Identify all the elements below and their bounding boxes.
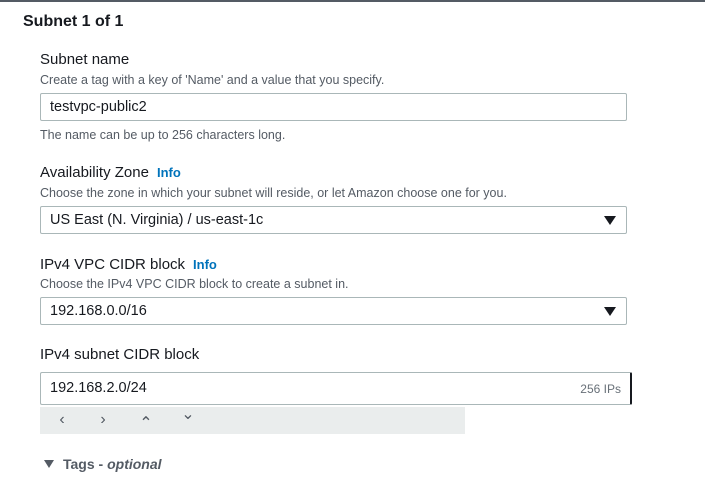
vpc-cidr-selected: 192.168.0.0/16 [50,303,147,319]
subnet-name-label: Subnet name [40,51,130,68]
subnet-cidr-value: 192.168.2.0/24 [50,380,147,396]
subnet-cidr-label: IPv4 subnet CIDR block [40,346,200,363]
tags-expander[interactable]: Tags - optional [44,456,162,472]
tags-label: Tags - [63,456,104,472]
vpc-cidr-select[interactable]: 192.168.0.0/16 [40,297,627,325]
tags-optional-label: optional [107,456,162,472]
availability-zone-selected: US East (N. Virginia) / us-east-1c [50,212,264,228]
subnet-cidr-ip-count: 256 IPs [580,382,621,396]
cidr-stepper-bar: ‹ › ⌃ ⌄ [40,405,465,434]
vpc-cidr-label: IPv4 VPC CIDR block Info [40,256,217,273]
subnet-cidr-input[interactable]: 192.168.2.0/24 256 IPs [40,372,632,405]
subnet-name-description: Create a tag with a key of 'Name' and a … [40,73,385,87]
availability-zone-label-text: Availability Zone [40,164,149,181]
availability-zone-select[interactable]: US East (N. Virginia) / us-east-1c [40,206,627,234]
caret-down-icon [604,216,616,225]
chevron-right-icon[interactable]: › [93,410,113,430]
subnet-name-value: testvpc-public2 [50,99,147,115]
caret-down-icon [44,460,54,468]
caret-down-icon [604,307,616,316]
subnet-name-hint: The name can be up to 256 characters lon… [40,128,286,142]
subnet-name-input[interactable]: testvpc-public2 [40,93,627,121]
chevron-down-icon[interactable]: ⌄ [178,405,198,425]
vpc-cidr-description: Choose the IPv4 VPC CIDR block to create… [40,277,349,291]
availability-zone-info-link[interactable]: Info [157,165,181,180]
section-title: Subnet 1 of 1 [23,13,124,30]
chevron-left-icon[interactable]: ‹ [52,410,72,430]
vpc-cidr-info-link[interactable]: Info [193,257,217,272]
availability-zone-description: Choose the zone in which your subnet wil… [40,186,507,200]
chevron-up-icon[interactable]: ⌃ [136,414,156,434]
vpc-cidr-label-text: IPv4 VPC CIDR block [40,256,186,273]
availability-zone-label: Availability Zone Info [40,164,181,181]
top-border [0,0,705,2]
